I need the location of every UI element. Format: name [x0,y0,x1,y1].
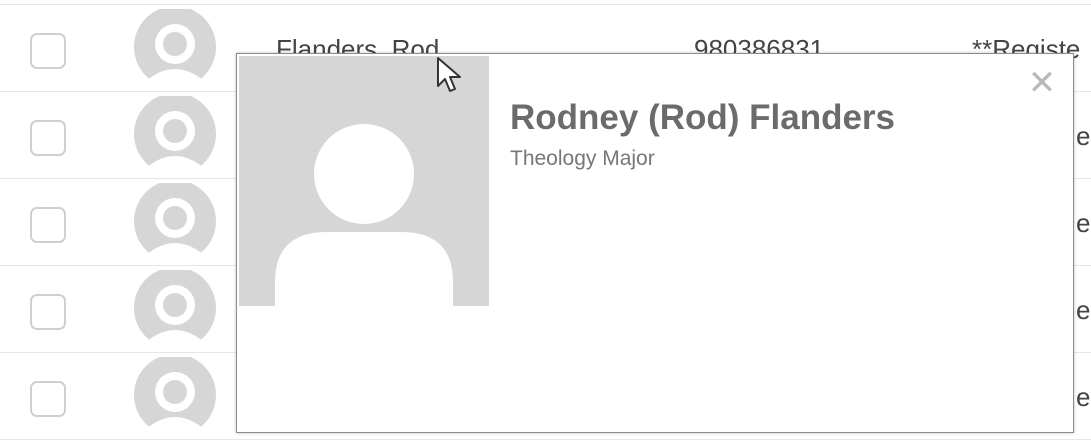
row-select-checkbox[interactable] [30,294,66,330]
avatar-icon [134,357,216,437]
status-cell-fragment: e [1076,382,1091,412]
avatar-icon [134,270,216,350]
avatar-icon [134,183,216,263]
profile-major: Theology Major [510,147,655,170]
avatar-icon [134,9,216,89]
row-select-checkbox[interactable] [30,381,66,417]
profile-name: Rodney (Rod) Flanders [510,98,896,137]
row-select-checkbox[interactable] [30,207,66,243]
status-cell-fragment: e [1076,121,1091,151]
status-cell-fragment: e [1076,295,1091,325]
status-cell-fragment: e [1076,208,1091,238]
row-select-checkbox[interactable] [30,33,66,69]
mouse-pointer-icon [437,57,461,92]
row-select-checkbox[interactable] [30,120,66,156]
avatar-icon [134,96,216,176]
close-icon[interactable]: ✕ [1025,66,1059,100]
profile-popup: Rodney (Rod) Flanders Theology Major ✕ [236,53,1074,433]
